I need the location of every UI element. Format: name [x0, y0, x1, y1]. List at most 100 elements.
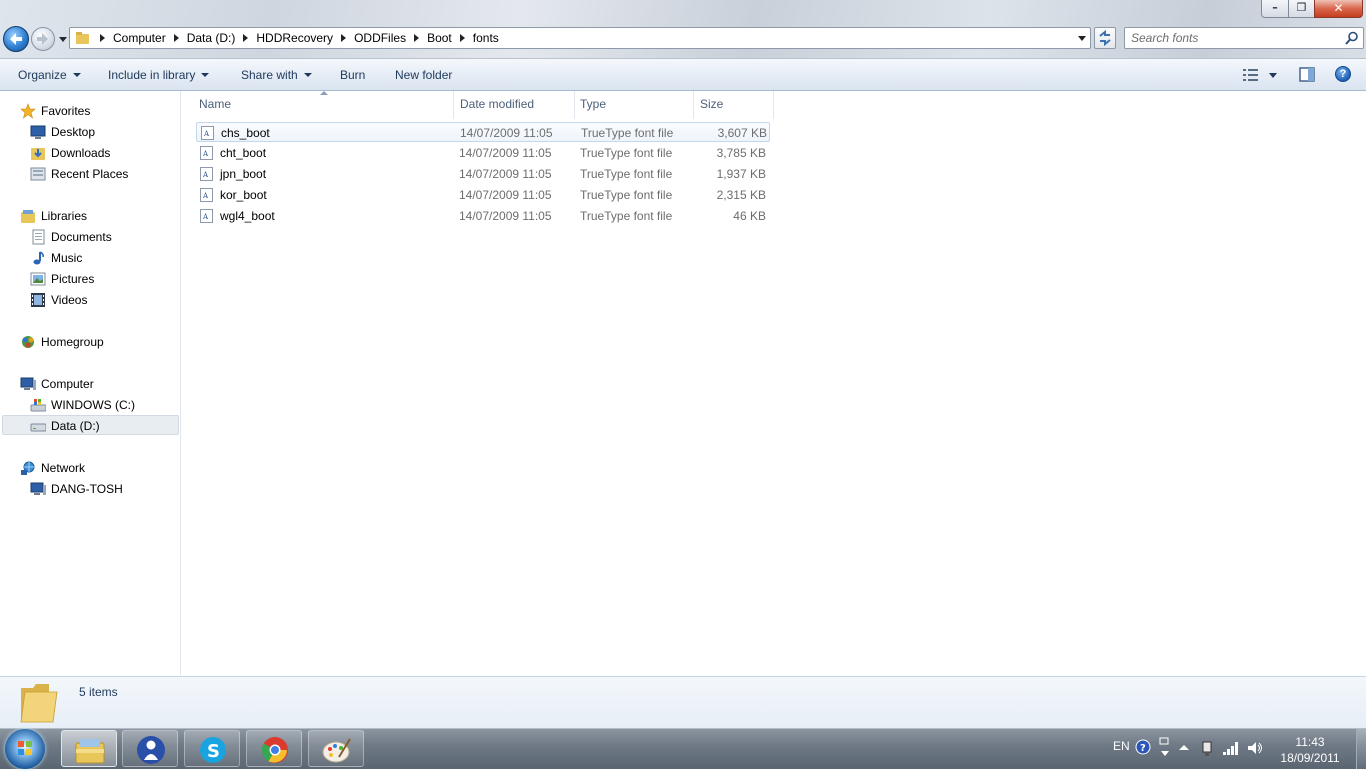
breadcrumb-fonts[interactable]: fonts — [473, 31, 499, 45]
breadcrumb-separator-icon[interactable] — [173, 34, 179, 42]
breadcrumb-separator-icon[interactable] — [414, 34, 420, 42]
paint-icon — [322, 738, 351, 763]
breadcrumb-hddrecovery[interactable]: HDDRecovery — [256, 31, 333, 45]
breadcrumb-separator-icon[interactable] — [243, 34, 249, 42]
font-file-icon: A — [200, 209, 213, 223]
column-header-name[interactable]: Name — [199, 97, 231, 111]
file-row[interactable]: A wgl4_boot 14/07/2009 11:05 TrueType fo… — [196, 206, 770, 226]
taskbar-skype[interactable]: S — [184, 730, 240, 767]
organize-menu[interactable]: Organize — [18, 68, 81, 82]
column-divider[interactable] — [574, 91, 575, 119]
file-name: cht_boot — [220, 146, 267, 160]
file-row[interactable]: A jpn_boot 14/07/2009 11:05 TrueType fon… — [196, 164, 770, 184]
taskbar-chrome[interactable] — [246, 730, 302, 767]
search-input[interactable] — [1131, 30, 1331, 46]
file-size: 3,785 KB — [716, 146, 766, 160]
breadcrumb-separator-icon[interactable] — [459, 34, 465, 42]
safely-remove-hardware-icon[interactable] — [1199, 740, 1215, 758]
show-hidden-icons-icon[interactable] — [1178, 742, 1190, 752]
file-row[interactable]: A chs_boot 14/07/2009 11:05 TrueType fon… — [196, 122, 770, 142]
help-button[interactable]: ? — [1335, 66, 1351, 82]
sort-ascending-icon — [320, 91, 328, 95]
nav-dang-tosh-label: DANG-TOSH — [51, 482, 123, 496]
breadcrumb-separator-icon[interactable] — [100, 34, 105, 42]
breadcrumb-oddfiles[interactable]: ODDFiles — [354, 31, 406, 45]
navigation-pane: Favorites Desktop Downloads Recent Place… — [0, 91, 181, 675]
language-bar-help-icon[interactable]: ? — [1135, 739, 1151, 755]
include-in-library-label: Include in library — [108, 68, 196, 82]
forward-arrow-icon — [37, 33, 48, 45]
column-header-size[interactable]: Size — [700, 97, 723, 111]
file-size: 46 KB — [733, 209, 766, 223]
breadcrumb-boot[interactable]: Boot — [427, 31, 452, 45]
minimize-icon: – — [1272, 1, 1278, 14]
breadcrumb-computer[interactable]: Computer — [113, 31, 166, 45]
documents-icon — [32, 229, 45, 245]
refresh-button[interactable] — [1094, 27, 1116, 49]
recent-pages-dropdown-icon[interactable] — [58, 34, 68, 44]
address-history-dropdown-icon[interactable] — [1078, 36, 1086, 41]
maximize-button[interactable]: ❐ — [1288, 0, 1315, 18]
file-date-modified: 14/07/2009 11:05 — [459, 167, 552, 181]
column-header-date-modified[interactable]: Date modified — [460, 97, 534, 111]
taskbar-paint[interactable] — [308, 730, 364, 767]
show-desktop-button[interactable] — [1356, 729, 1366, 769]
language-indicator[interactable]: EN — [1113, 739, 1130, 753]
nav-favorites-label: Favorites — [41, 104, 91, 118]
preview-pane-button[interactable] — [1298, 66, 1316, 84]
file-type: TrueType font file — [580, 167, 673, 181]
taskbar-windows-explorer[interactable] — [61, 730, 117, 767]
back-button[interactable] — [3, 26, 29, 52]
details-pane: 5 items — [0, 676, 1366, 729]
star-icon — [20, 103, 36, 119]
font-file-icon: A — [200, 167, 213, 181]
svg-text:S: S — [207, 741, 220, 762]
pictures-icon — [30, 272, 46, 286]
close-button[interactable]: ✕ — [1314, 0, 1363, 18]
file-date-modified: 14/07/2009 11:05 — [459, 146, 552, 160]
start-button[interactable] — [5, 729, 45, 769]
breadcrumb-separator-icon[interactable] — [341, 34, 347, 42]
file-row[interactable]: A cht_boot 14/07/2009 11:05 TrueType fon… — [196, 143, 770, 163]
change-view-button[interactable] — [1243, 66, 1279, 84]
taskbar-user-accounts[interactable] — [122, 730, 178, 767]
nav-videos-label: Videos — [51, 293, 88, 307]
forward-button[interactable] — [31, 27, 55, 51]
share-with-menu[interactable]: Share with — [241, 68, 312, 82]
minimize-button[interactable]: – — [1261, 0, 1289, 18]
libraries-icon — [21, 210, 35, 223]
downloads-folder-icon — [31, 148, 45, 160]
file-date-modified: 14/07/2009 11:05 — [459, 209, 552, 223]
chrome-icon — [261, 737, 288, 763]
file-row[interactable]: A kor_boot 14/07/2009 11:05 TrueType fon… — [196, 185, 770, 205]
breadcrumb-data-d[interactable]: Data (D:) — [187, 31, 236, 45]
new-folder-button[interactable]: New folder — [395, 68, 452, 82]
network-computer-icon — [30, 482, 46, 495]
svg-text:A: A — [202, 192, 209, 200]
include-in-library-menu[interactable]: Include in library — [108, 68, 210, 82]
windows-logo-icon — [18, 741, 32, 755]
nav-downloads-label: Downloads — [51, 146, 111, 160]
column-divider[interactable] — [693, 91, 694, 119]
nav-homegroup-label: Homegroup — [41, 335, 104, 349]
file-name: kor_boot — [220, 188, 267, 202]
search-box[interactable] — [1124, 27, 1364, 49]
search-icon[interactable] — [1345, 31, 1359, 45]
svg-text:A: A — [203, 130, 210, 138]
address-bar[interactable]: Computer Data (D:) HDDRecovery ODDFiles Boot… — [69, 27, 1091, 49]
column-divider[interactable] — [453, 91, 454, 119]
nav-network-label: Network — [41, 461, 86, 475]
column-header-type[interactable]: Type — [580, 97, 606, 111]
file-type: TrueType font file — [580, 188, 673, 202]
language-bar-options-icon[interactable] — [1158, 737, 1172, 759]
volume-icon[interactable] — [1246, 740, 1264, 756]
system-drive-icon — [30, 399, 46, 412]
recent-places-icon — [30, 167, 46, 181]
network-signal-icon[interactable] — [1222, 740, 1240, 756]
burn-button[interactable]: Burn — [340, 68, 365, 82]
system-clock[interactable]: 11:43 18/09/2011 — [1272, 734, 1348, 766]
svg-text:A: A — [202, 213, 209, 221]
column-divider[interactable] — [773, 91, 774, 119]
chevron-down-icon — [72, 73, 81, 77]
svg-text:A: A — [202, 150, 209, 158]
